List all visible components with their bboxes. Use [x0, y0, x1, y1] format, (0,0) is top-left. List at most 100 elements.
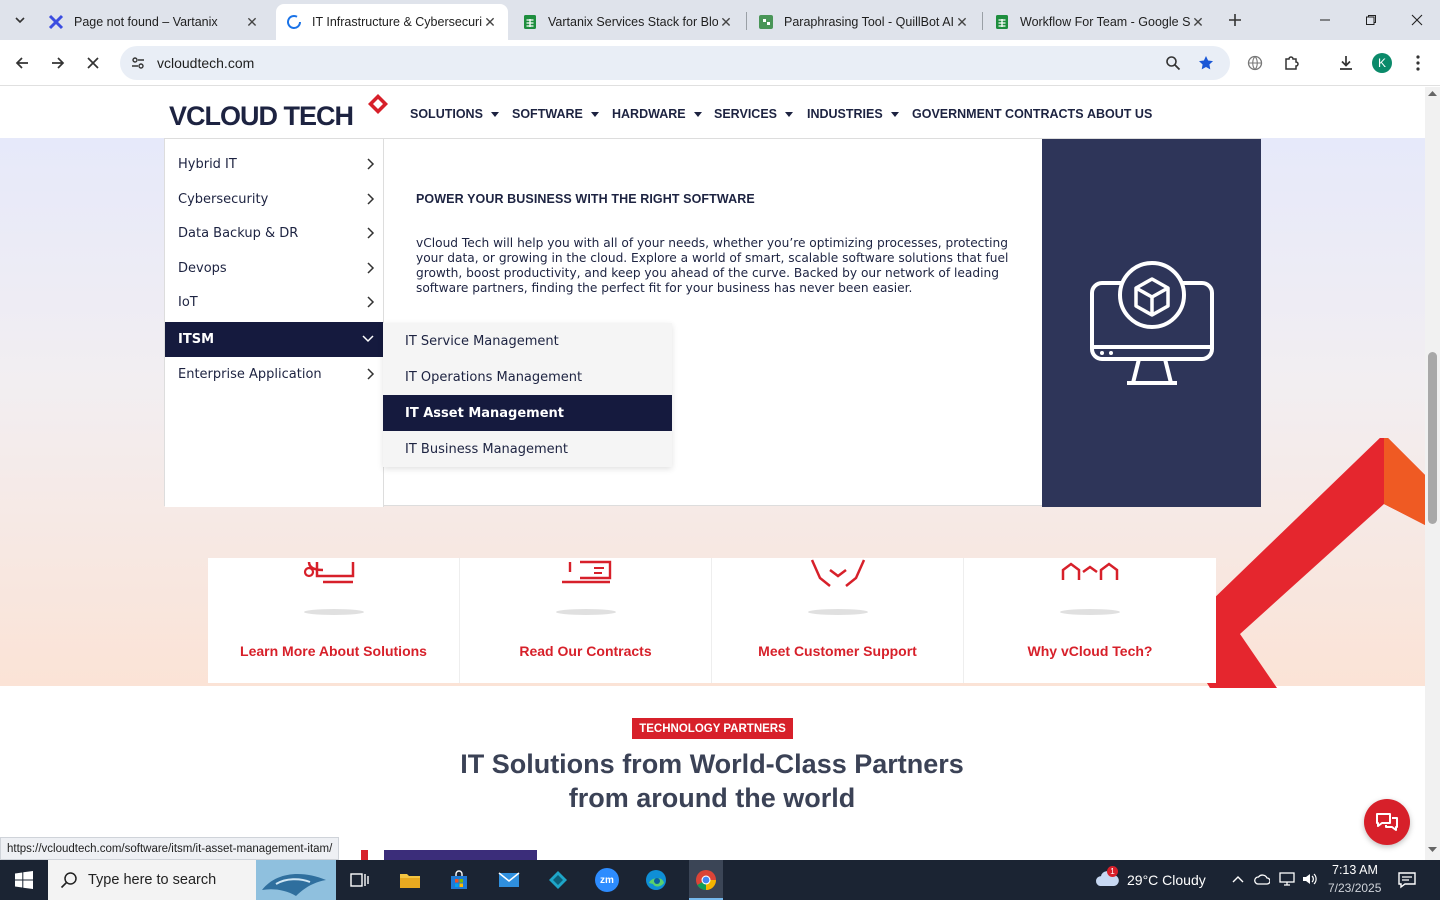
close-window-button[interactable] — [1394, 0, 1440, 40]
url-text[interactable]: vcloudtech.com — [157, 55, 254, 71]
quillbot-icon — [759, 15, 773, 29]
chevron-right-icon — [367, 262, 375, 274]
nav-government-contracts[interactable]: GOVERNMENT CONTRACTS — [912, 107, 1084, 121]
card-link[interactable]: Learn More About Solutions — [208, 643, 459, 659]
close-icon[interactable]: ✕ — [954, 14, 970, 30]
menu-item-cybersecurity[interactable]: Cybersecurity — [165, 182, 383, 217]
nav-label: HARDWARE — [612, 107, 686, 121]
translate-button[interactable] — [1239, 47, 1271, 79]
browser-tab[interactable]: Workflow For Team - Google Sh ✕ — [984, 4, 1216, 40]
stop-loading-button[interactable] — [77, 47, 109, 79]
browser-tab[interactable]: Paraphrasing Tool - QuillBot AI ✕ — [748, 4, 980, 40]
site-info-icon[interactable] — [130, 55, 146, 71]
zoom-icon: zm — [595, 868, 619, 892]
site-logo[interactable]: VCLOUD TECH — [169, 93, 391, 133]
notification-center-icon[interactable] — [1398, 871, 1416, 889]
file-explorer-button[interactable] — [394, 864, 426, 896]
menu-item-itsm[interactable]: ITSM — [165, 322, 383, 357]
zoom-icon[interactable] — [1165, 55, 1181, 71]
kodi-app-button[interactable] — [542, 864, 574, 896]
nav-label: SOFTWARE — [512, 107, 583, 121]
close-icon[interactable]: ✕ — [718, 14, 734, 30]
task-view-button[interactable] — [344, 864, 376, 896]
scroll-up-arrow-icon[interactable] — [1428, 90, 1437, 96]
clock-time[interactable]: 7:13 AM — [1332, 863, 1378, 877]
support-card[interactable]: Meet Customer Support — [712, 558, 964, 683]
network-icon[interactable] — [1279, 872, 1295, 886]
nav-about-us[interactable]: ABOUT US — [1087, 107, 1152, 121]
submenu-item-it-asset-management[interactable]: IT Asset Management — [383, 395, 672, 431]
search-icon — [60, 872, 77, 889]
tab-search-button[interactable] — [4, 4, 36, 36]
close-icon[interactable]: ✕ — [1190, 14, 1206, 30]
browser-menu-button[interactable] — [1402, 47, 1434, 79]
profile-button[interactable]: K — [1366, 47, 1398, 79]
clock-date[interactable]: 7/23/2025 — [1328, 881, 1381, 895]
scroll-down-arrow-icon[interactable] — [1428, 847, 1437, 853]
puzzle-icon — [1285, 56, 1299, 70]
chrome-browser-button[interactable] — [689, 860, 723, 900]
arrow-right-icon — [52, 57, 65, 69]
contracts-card[interactable]: Read Our Contracts — [460, 558, 712, 683]
restore-button[interactable] — [1348, 0, 1394, 40]
chevron-up-icon[interactable] — [1231, 874, 1245, 884]
edge-browser-button[interactable] — [640, 864, 672, 896]
google-sheets-icon — [524, 15, 536, 29]
card-link[interactable]: Why vCloud Tech? — [964, 643, 1216, 659]
vartanix-x-icon — [48, 14, 64, 30]
minimize-button[interactable] — [1302, 0, 1348, 40]
zoom-app-button[interactable]: zm — [591, 864, 623, 896]
start-button[interactable] — [8, 864, 40, 896]
new-tab-button[interactable] — [1219, 4, 1251, 36]
submenu-item-it-operations-management[interactable]: IT Operations Management — [383, 359, 672, 395]
browser-tab[interactable]: Vartanix Services Stack for Blog ✕ — [512, 4, 744, 40]
avatar-initial: K — [1377, 56, 1386, 70]
menu-item-label: Cybersecurity — [178, 192, 269, 207]
forward-button[interactable] — [42, 47, 74, 79]
close-icon — [87, 57, 99, 69]
address-bar[interactable]: vcloudtech.com — [120, 46, 1230, 80]
itsm-submenu: IT Service Management IT Operations Mana… — [383, 323, 672, 467]
store-button[interactable] — [443, 864, 475, 896]
nav-services[interactable]: SERVICES — [714, 107, 793, 121]
menu-item-label: Devops — [178, 261, 227, 276]
browser-tab[interactable]: Page not found – Vartanix ✕ — [38, 4, 270, 40]
mail-button[interactable] — [493, 864, 525, 896]
chevron-right-icon — [367, 158, 375, 170]
browser-tab-active[interactable]: IT Infrastructure & Cybersecurit ✕ — [276, 4, 508, 40]
submenu-item-it-business-management[interactable]: IT Business Management — [383, 431, 672, 467]
extensions-button[interactable] — [1276, 47, 1308, 79]
caret-down-icon — [693, 111, 702, 117]
taskbar-search[interactable]: Type here to search — [48, 860, 336, 900]
menu-item-hybrid-it[interactable]: Hybrid IT — [165, 147, 383, 182]
back-button[interactable] — [6, 47, 38, 79]
nav-software[interactable]: SOFTWARE — [512, 107, 599, 121]
nav-hardware[interactable]: HARDWARE — [612, 107, 702, 121]
weather-text[interactable]: 29°C Cloudy — [1127, 872, 1206, 888]
solutions-card[interactable]: Learn More About Solutions — [208, 558, 460, 683]
onedrive-cloud-icon[interactable] — [1254, 872, 1270, 886]
nav-industries[interactable]: INDUSTRIES — [807, 107, 899, 121]
speaker-volume-icon[interactable] — [1302, 872, 1318, 886]
chevron-right-icon — [367, 193, 375, 205]
menu-item-devops[interactable]: Devops — [165, 251, 383, 286]
nav-solutions[interactable]: SOLUTIONS — [410, 107, 499, 121]
loading-spinner-icon — [287, 15, 301, 29]
submenu-item-it-service-management[interactable]: IT Service Management — [383, 323, 672, 359]
menu-item-label: Enterprise Application — [178, 367, 322, 382]
close-icon[interactable]: ✕ — [244, 14, 260, 30]
card-link[interactable]: Read Our Contracts — [460, 643, 711, 659]
site-header: VCLOUD TECH SOLUTIONS SOFTWARE HARDWARE … — [0, 87, 1425, 138]
close-icon[interactable]: ✕ — [482, 14, 498, 30]
menu-item-data-backup[interactable]: Data Backup & DR — [165, 216, 383, 251]
weather-widget[interactable]: 1 — [1094, 866, 1120, 892]
page-scrollbar[interactable] — [1425, 87, 1440, 860]
card-link[interactable]: Meet Customer Support — [712, 643, 963, 659]
star-bookmark-icon[interactable] — [1198, 55, 1214, 71]
menu-item-iot[interactable]: IoT — [165, 285, 383, 320]
menu-item-enterprise-application[interactable]: Enterprise Application — [165, 357, 383, 392]
downloads-button[interactable] — [1330, 47, 1362, 79]
why-us-card[interactable]: Why vCloud Tech? — [964, 558, 1216, 683]
scrollbar-thumb[interactable] — [1428, 352, 1437, 524]
chat-button[interactable] — [1364, 799, 1410, 845]
